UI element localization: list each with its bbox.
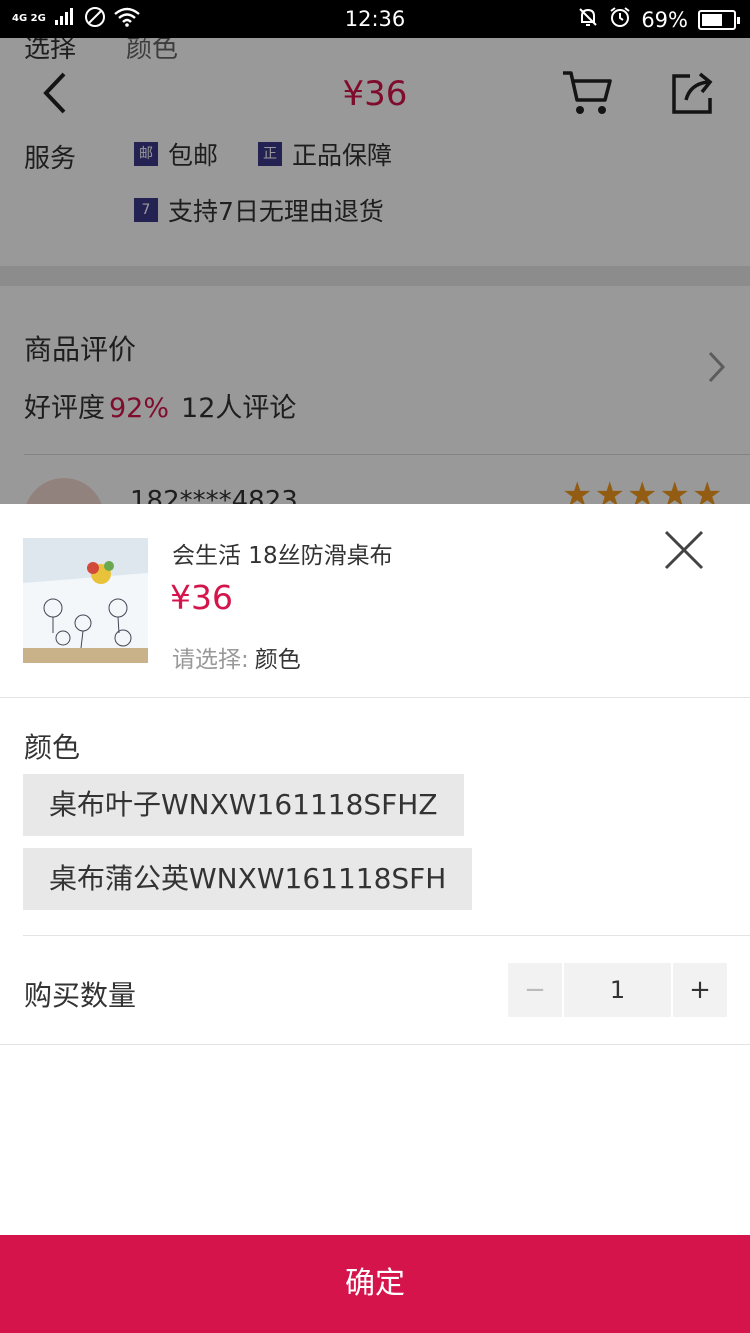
product-price: ¥36 bbox=[170, 578, 233, 617]
status-right: 69% bbox=[577, 6, 740, 33]
product-title: 会生活 18丝防滑桌布 bbox=[172, 543, 393, 569]
color-label: 颜色 bbox=[24, 731, 81, 764]
color-option-dandelion[interactable]: 桌布蒲公英WNXW161118SFH bbox=[23, 848, 473, 910]
increase-button[interactable]: + bbox=[673, 963, 727, 1017]
divider bbox=[0, 697, 750, 698]
decrease-button[interactable]: − bbox=[508, 963, 562, 1017]
quantity-input[interactable]: 1 bbox=[564, 963, 671, 1017]
product-thumbnail bbox=[23, 538, 148, 663]
divider bbox=[23, 935, 750, 936]
status-bar: 4G 2G 12:36 69% bbox=[0, 0, 750, 38]
selection-hint-value: 颜色 bbox=[254, 647, 301, 673]
mute-bell-icon bbox=[577, 6, 599, 33]
selection-hint: 请选择: 颜色 bbox=[172, 640, 301, 674]
battery-icon bbox=[698, 9, 740, 30]
battery-percent: 69% bbox=[641, 7, 688, 32]
modal-backdrop[interactable] bbox=[0, 38, 750, 504]
divider bbox=[0, 1044, 750, 1045]
quantity-label: 购买数量 bbox=[24, 979, 137, 1012]
confirm-button[interactable]: 确定 bbox=[0, 1235, 750, 1333]
selection-hint-label: 请选择: bbox=[172, 647, 249, 673]
close-icon[interactable] bbox=[660, 526, 708, 574]
color-option-leaf[interactable]: 桌布叶子WNXW161118SFHZ bbox=[23, 774, 464, 836]
alarm-icon bbox=[609, 6, 631, 33]
quantity-stepper: − 1 + bbox=[508, 963, 727, 1017]
sku-selection-sheet: 会生活 18丝防滑桌布 ¥36 请选择: 颜色 颜色 桌布叶子WNXW161118… bbox=[0, 504, 750, 1333]
